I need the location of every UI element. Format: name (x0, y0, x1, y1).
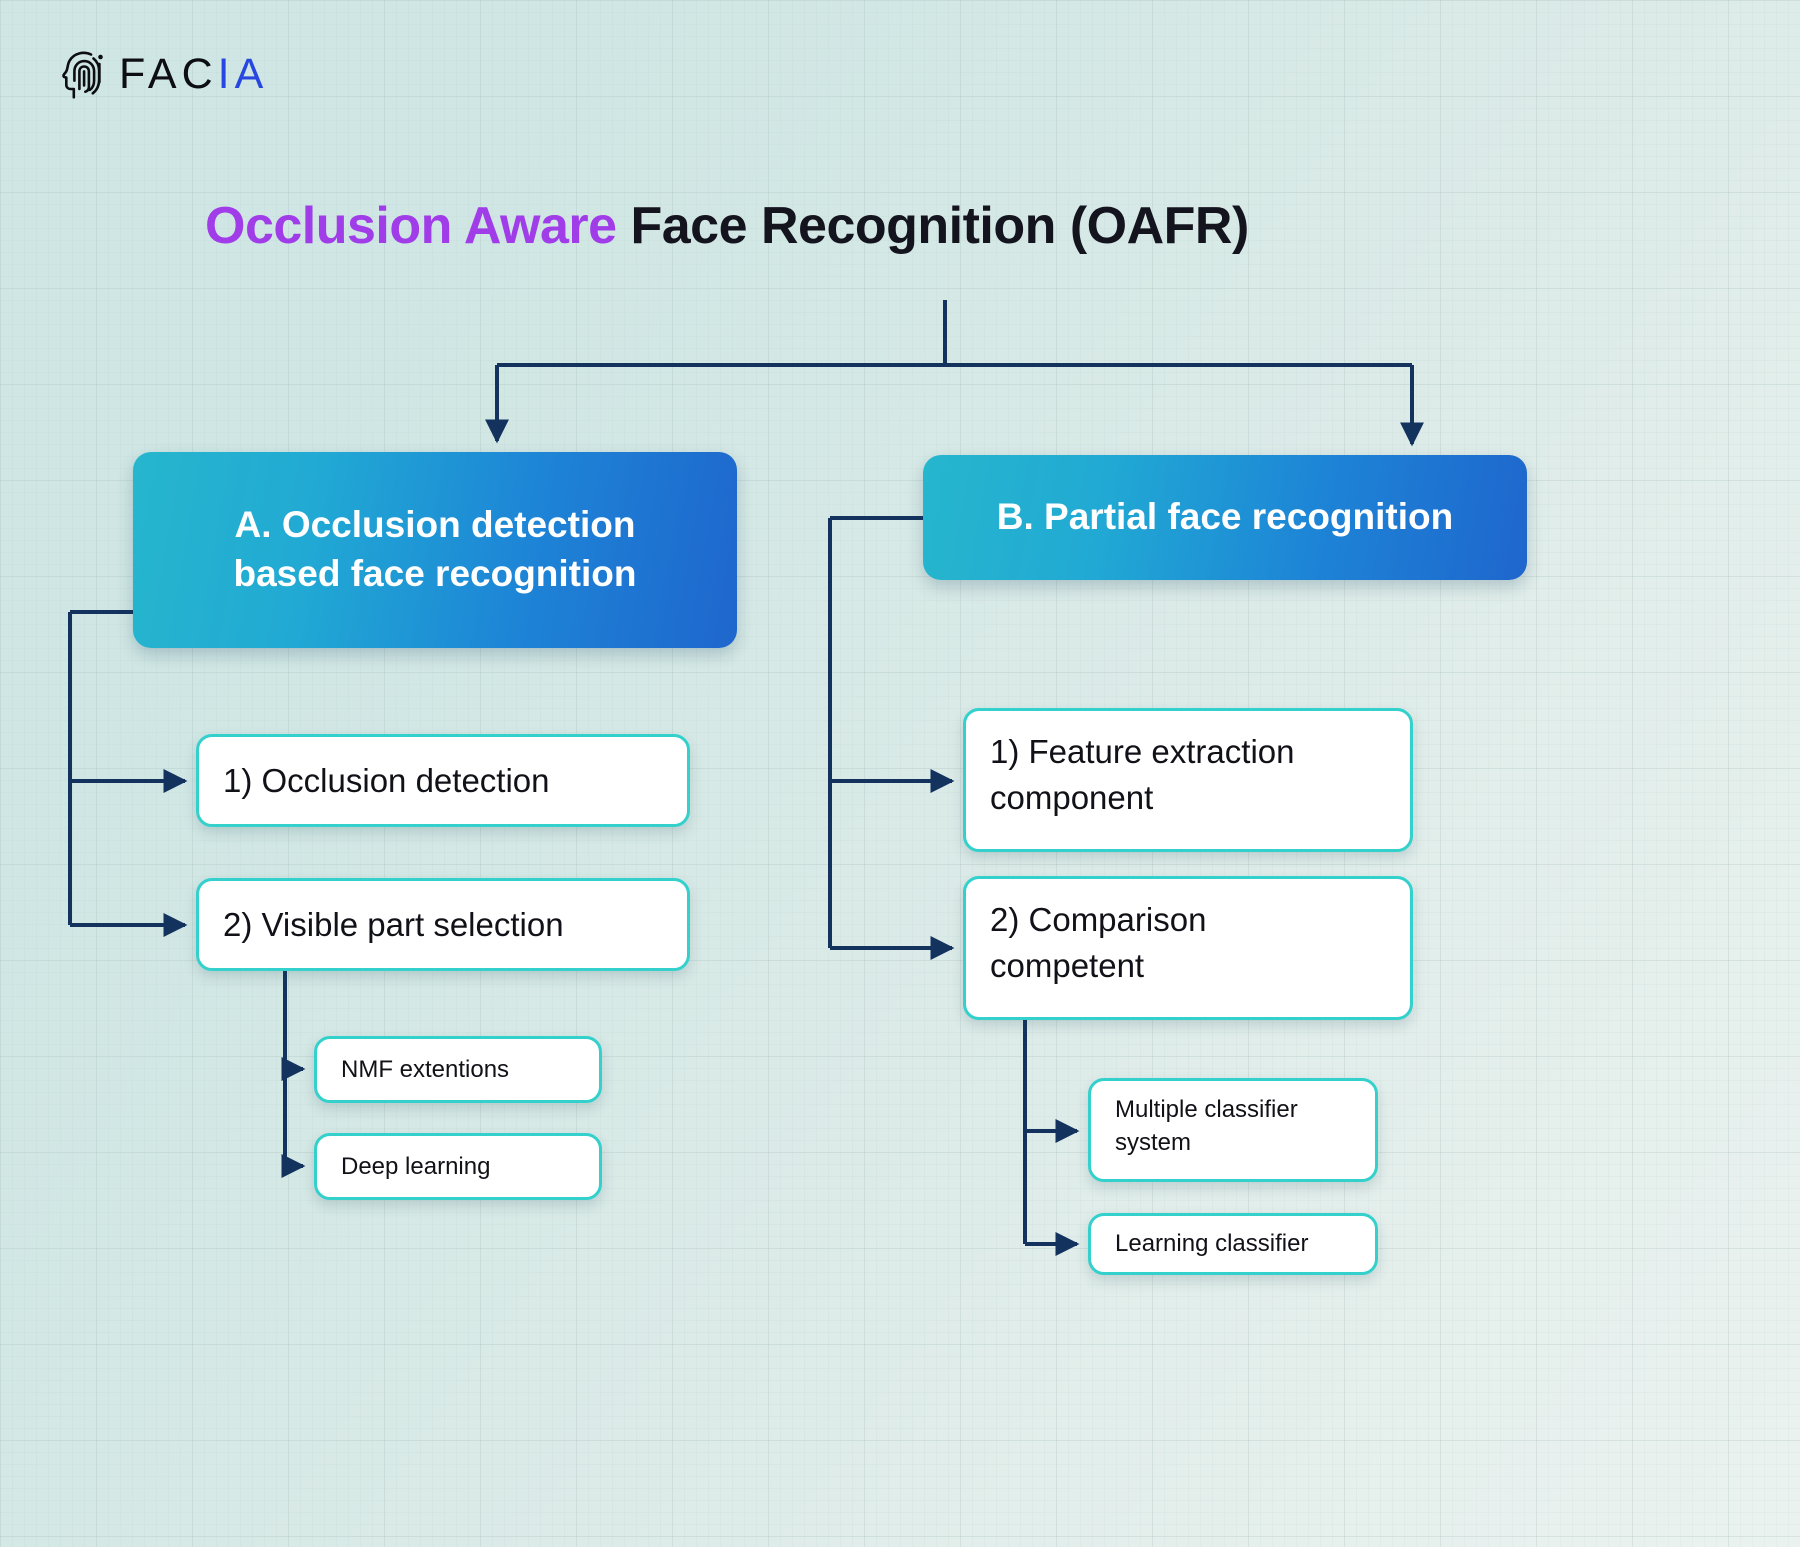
node-b2a-line1: Multiple classifier (1115, 1096, 1298, 1123)
node-b2[interactable]: 2) Comparison competent (963, 876, 1413, 1020)
node-b2b[interactable]: Learning classifier (1088, 1213, 1378, 1275)
brand-wordmark: FACIA (119, 49, 269, 98)
node-b2a-line2: system (1115, 1129, 1192, 1157)
node-b2b-label: Learning classifier (1115, 1230, 1309, 1258)
brand-name-blue: IA (217, 49, 269, 98)
node-branch-b-label: B. Partial face recognition (996, 496, 1454, 538)
node-a2-label: 2) Visible part selection (223, 905, 564, 943)
node-branch-b[interactable]: B. Partial face recognition (923, 455, 1527, 580)
node-a2[interactable]: 2) Visible part selection (196, 878, 690, 971)
diagram-canvas: FACIA Occlusion Aware Face Recognition (… (0, 0, 1800, 1547)
node-b1-line1: 1) Feature extraction (990, 733, 1295, 770)
node-branch-a[interactable]: A. Occlusion detection based face recogn… (133, 452, 737, 648)
fingerprint-face-logo-icon (62, 48, 106, 100)
node-branch-a-line1: A. Occlusion detection (234, 504, 636, 546)
node-a2b[interactable]: Deep learning (314, 1133, 602, 1200)
node-a2b-label: Deep learning (341, 1152, 491, 1180)
node-a1-label: 1) Occlusion detection (223, 761, 550, 799)
title-accent: Occlusion Aware (205, 197, 617, 255)
page-title: Occlusion Aware Face Recognition (OAFR) (205, 197, 1249, 255)
node-a2a-label: NMF extentions (341, 1055, 510, 1083)
node-b2-line2: competent (990, 946, 1145, 984)
node-branch-a-line2: based face recognition (233, 553, 637, 594)
node-branch-a-label: A. Occlusion detection based face recogn… (234, 501, 637, 599)
node-b2a[interactable]: Multiple classifier system (1088, 1078, 1378, 1182)
brand-logo[interactable]: FACIA (62, 48, 268, 100)
node-a1[interactable]: 1) Occlusion detection (196, 734, 690, 827)
node-b1[interactable]: 1) Feature extraction component (963, 708, 1413, 852)
title-plain: Face Recognition (OAFR) (616, 197, 1249, 255)
node-b2-line1: 2) Comparison (990, 901, 1207, 938)
node-b1-label: 1) Feature extraction component (990, 729, 1294, 820)
brand-name-dark: FAC (119, 49, 218, 98)
node-a2a[interactable]: NMF extentions (314, 1036, 602, 1103)
node-b2a-label: Multiple classifier system (1115, 1093, 1298, 1159)
node-b1-line2: component (990, 778, 1154, 816)
node-b2-label: 2) Comparison competent (990, 897, 1206, 988)
